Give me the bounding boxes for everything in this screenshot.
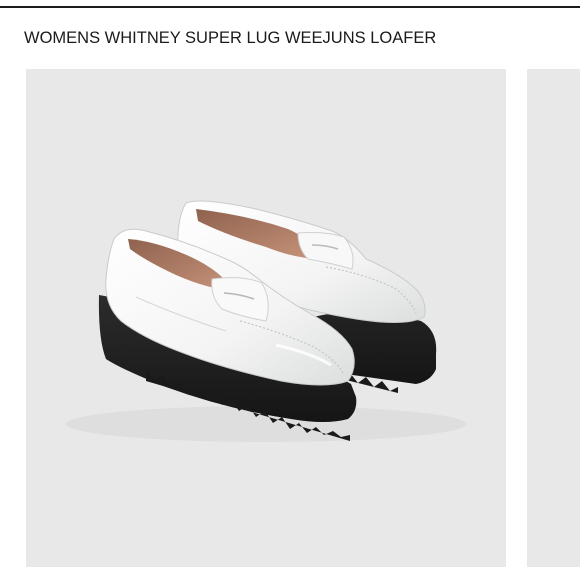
gallery-slide-next[interactable]	[527, 69, 580, 567]
gallery-slide-main[interactable]	[26, 69, 506, 567]
product-page: WOMENS WHITNEY SUPER LUG WEEJUNS LOAFER	[0, 0, 580, 580]
product-title: WOMENS WHITNEY SUPER LUG WEEJUNS LOAFER	[24, 29, 437, 47]
white-penny-loafer-pair-image	[66, 200, 466, 442]
header-divider	[0, 6, 580, 8]
product-image-gallery	[0, 69, 580, 567]
